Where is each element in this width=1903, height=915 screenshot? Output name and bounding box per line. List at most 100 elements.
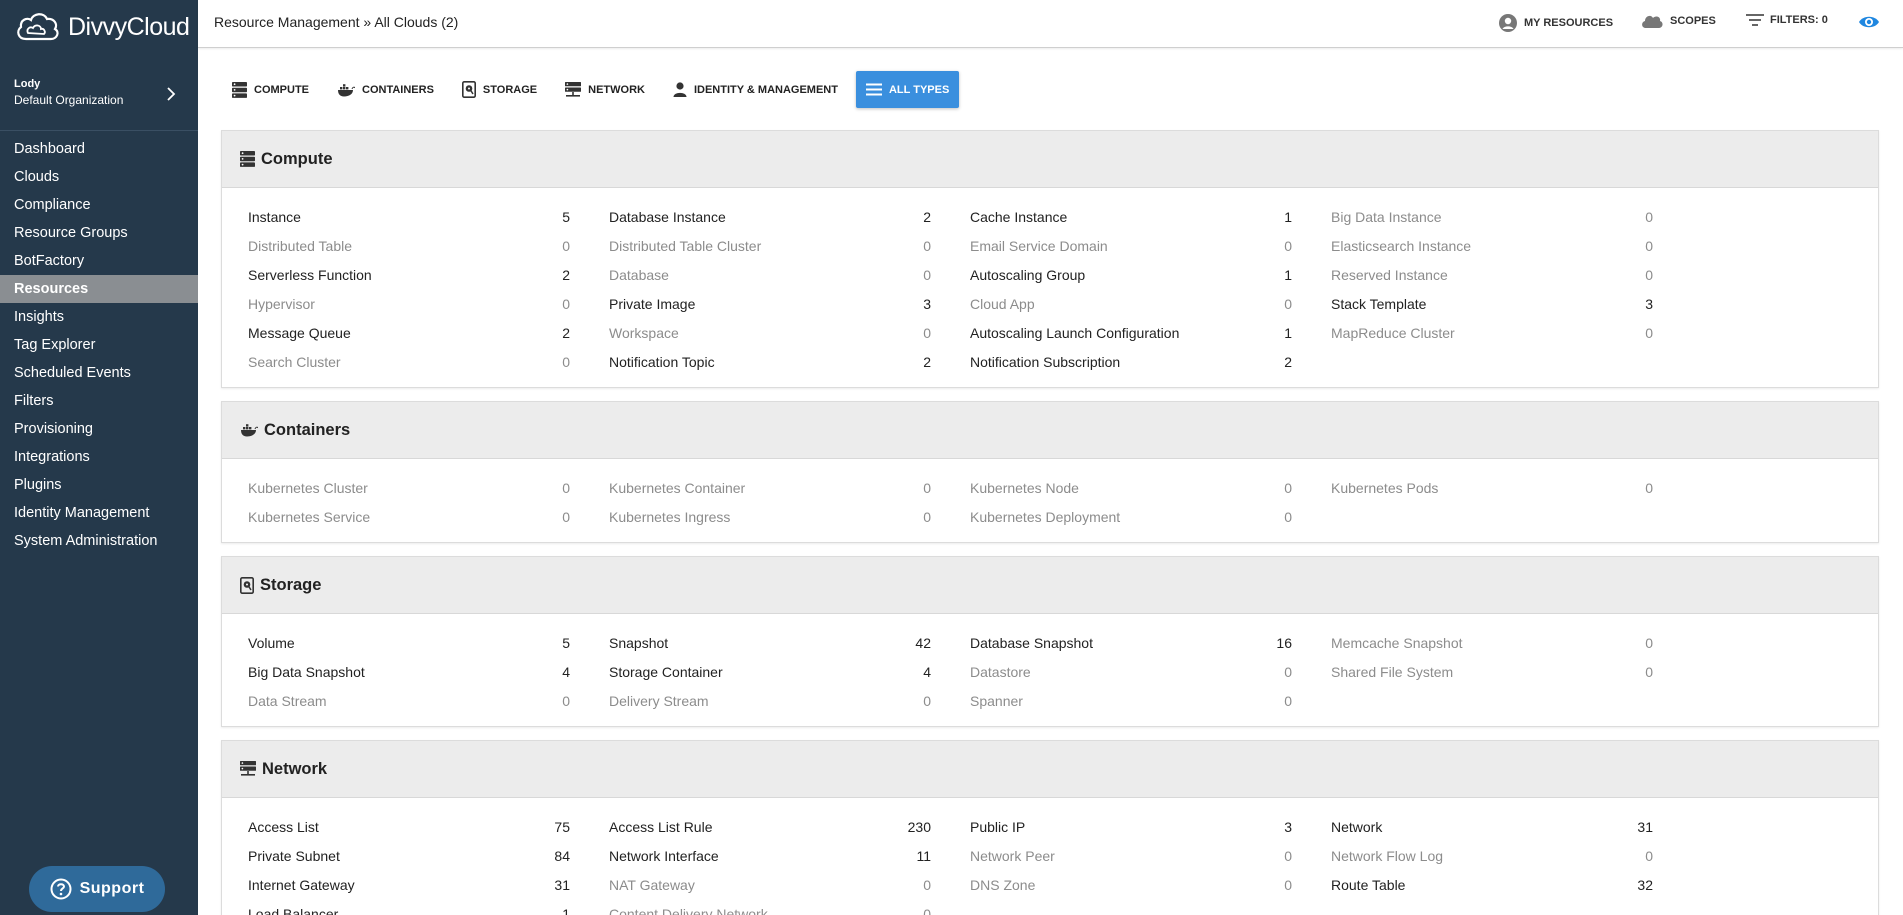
resource-item-notification-topic[interactable]: Notification Topic 2 [609,348,931,377]
tab-storage[interactable]: STORAGE [452,71,547,108]
resource-label: Database [609,267,669,283]
sidebar-item-compliance[interactable]: Compliance [0,191,198,219]
resource-item-nat-gateway[interactable]: NAT Gateway 0 [609,871,931,900]
resource-item-internet-gateway[interactable]: Internet Gateway 31 [248,871,570,900]
resource-label: Kubernetes Service [248,509,371,525]
resource-item-message-queue[interactable]: Message Queue 2 [248,319,570,348]
resource-item-big-data-instance[interactable]: Big Data Instance 0 [1331,203,1653,232]
resource-item-datastore[interactable]: Datastore 0 [970,658,1292,687]
resource-item-network-interface[interactable]: Network Interface 11 [609,842,931,871]
logo[interactable]: DivvyCloud [0,0,198,54]
resource-item-cache-instance[interactable]: Cache Instance 1 [970,203,1292,232]
resource-item-data-stream[interactable]: Data Stream 0 [248,687,570,716]
resource-item-shared-file-system[interactable]: Shared File System 0 [1331,658,1653,687]
sidebar-item-tag-explorer[interactable]: Tag Explorer [0,331,198,359]
sidebar-item-dashboard[interactable]: Dashboard [0,135,198,163]
visibility-toggle[interactable] [1858,14,1880,30]
resource-item-distributed-table[interactable]: Distributed Table 0 [248,232,570,261]
resource-item-memcache-snapshot[interactable]: Memcache Snapshot 0 [1331,629,1653,658]
resource-item-database-snapshot[interactable]: Database Snapshot 16 [970,629,1292,658]
sidebar-item-clouds[interactable]: Clouds [0,163,198,191]
sidebar-item-resources[interactable]: Resources [0,275,198,303]
section-title: Storage [260,575,322,594]
resource-item-database[interactable]: Database 0 [609,261,931,290]
resource-item-network-peer[interactable]: Network Peer 0 [970,842,1292,871]
resource-item-content-delivery-network[interactable]: Content Delivery Network 0 [609,900,931,915]
filters-button[interactable]: FILTERS: 0 [1746,13,1828,27]
tab-label: NETWORK [588,83,645,96]
resource-item-notification-subscription[interactable]: Notification Subscription 2 [970,348,1292,377]
sidebar-item-integrations[interactable]: Integrations [0,443,198,471]
resource-item-private-subnet[interactable]: Private Subnet 84 [248,842,570,871]
sidebar-item-botfactory[interactable]: BotFactory [0,247,198,275]
support-button[interactable]: Support [29,866,165,912]
resource-item-hypervisor[interactable]: Hypervisor 0 [248,290,570,319]
sidebar-item-provisioning[interactable]: Provisioning [0,415,198,443]
resource-item-email-service-domain[interactable]: Email Service Domain 0 [970,232,1292,261]
resource-item-database-instance[interactable]: Database Instance 2 [609,203,931,232]
resource-item-elasticsearch-instance[interactable]: Elasticsearch Instance 0 [1331,232,1653,261]
resource-item-kubernetes-ingress[interactable]: Kubernetes Ingress 0 [609,503,931,532]
resource-row: Message Queue 2 Workspace 0 Autoscaling Laun… [222,319,1878,348]
sidebar-item-plugins[interactable]: Plugins [0,471,198,499]
resource-item-access-list-rule[interactable]: Access List Rule 230 [609,813,931,842]
resource-item-serverless-function[interactable]: Serverless Function 2 [248,261,570,290]
sidebar-item-system-administration[interactable]: System Administration [0,527,198,555]
resource-count: 4 [562,664,570,680]
resource-item-reserved-instance[interactable]: Reserved Instance 0 [1331,261,1653,290]
resource-item-stack-template[interactable]: Stack Template 3 [1331,290,1653,319]
resource-item-network-flow-log[interactable]: Network Flow Log 0 [1331,842,1653,871]
resource-item-private-image[interactable]: Private Image 3 [609,290,931,319]
resource-item-kubernetes-node[interactable]: Kubernetes Node 0 [970,474,1292,503]
sidebar-item-identity-management[interactable]: Identity Management [0,499,198,527]
resource-item-instance[interactable]: Instance 5 [248,203,570,232]
resource-item-kubernetes-cluster[interactable]: Kubernetes Cluster 0 [248,474,570,503]
scopes-button[interactable]: SCOPES [1640,13,1716,29]
tab-all-types[interactable]: ALL TYPES [855,71,960,108]
resource-item-kubernetes-deployment[interactable]: Kubernetes Deployment 0 [970,503,1292,532]
resource-item-workspace[interactable]: Workspace 0 [609,319,931,348]
resource-count: 0 [1284,693,1292,709]
resource-item-cloud-app[interactable]: Cloud App 0 [970,290,1292,319]
sidebar-item-resource-groups[interactable]: Resource Groups [0,219,198,247]
help-icon [50,878,72,900]
tab-compute[interactable]: COMPUTE [222,71,319,108]
sidebar-item-insights[interactable]: Insights [0,303,198,331]
sidebar-item-filters[interactable]: Filters [0,387,198,415]
resource-item-kubernetes-pods[interactable]: Kubernetes Pods 0 [1331,474,1653,503]
resource-item-access-list[interactable]: Access List 75 [248,813,570,842]
resource-count: 0 [923,267,931,283]
resource-label: Datastore [970,664,1031,680]
resource-item-kubernetes-service[interactable]: Kubernetes Service 0 [248,503,570,532]
tab-network[interactable]: NETWORK [555,71,655,108]
resource-label: Delivery Stream [609,693,709,709]
my-resources-button[interactable]: MY RESOURCES [1498,13,1613,33]
resource-item-kubernetes-container[interactable]: Kubernetes Container 0 [609,474,931,503]
breadcrumb[interactable]: Resource Management » All Clouds (2) [214,14,458,30]
resource-item-search-cluster[interactable]: Search Cluster 0 [248,348,570,377]
resource-item-load-balancer[interactable]: Load Balancer 1 [248,900,570,915]
resource-item-mapreduce-cluster[interactable]: MapReduce Cluster 0 [1331,319,1653,348]
tab-containers[interactable]: CONTAINERS [327,71,444,108]
resource-item-volume[interactable]: Volume 5 [248,629,570,658]
resource-item-route-table[interactable]: Route Table 32 [1331,871,1653,900]
resource-item-snapshot[interactable]: Snapshot 42 [609,629,931,658]
resource-item-autoscaling-launch-configuration[interactable]: Autoscaling Launch Configuration 1 [970,319,1292,348]
resource-item-public-ip[interactable]: Public IP 3 [970,813,1292,842]
resource-count: 1 [1284,325,1292,341]
resource-item-delivery-stream[interactable]: Delivery Stream 0 [609,687,931,716]
resource-item-dns-zone[interactable]: DNS Zone 0 [970,871,1292,900]
resource-item-distributed-table-cluster[interactable]: Distributed Table Cluster 0 [609,232,931,261]
resource-item-storage-container[interactable]: Storage Container 4 [609,658,931,687]
tab-identity-and-management[interactable]: IDENTITY & MANAGEMENT [663,71,848,108]
resource-grid: Access List 75 Access List Rule 230 Public I… [222,798,1878,915]
resource-item-spanner[interactable]: Spanner 0 [970,687,1292,716]
sidebar-item-scheduled-events[interactable]: Scheduled Events [0,359,198,387]
org-switcher[interactable]: Lody Default Organization [14,77,184,109]
resource-count: 5 [562,635,570,651]
sidebar: DivvyCloud Lody Default Organization Das… [0,0,198,915]
resource-item-autoscaling-group[interactable]: Autoscaling Group 1 [970,261,1292,290]
resource-item-big-data-snapshot[interactable]: Big Data Snapshot 4 [248,658,570,687]
resource-count: 0 [1284,664,1292,680]
resource-item-network[interactable]: Network 31 [1331,813,1653,842]
